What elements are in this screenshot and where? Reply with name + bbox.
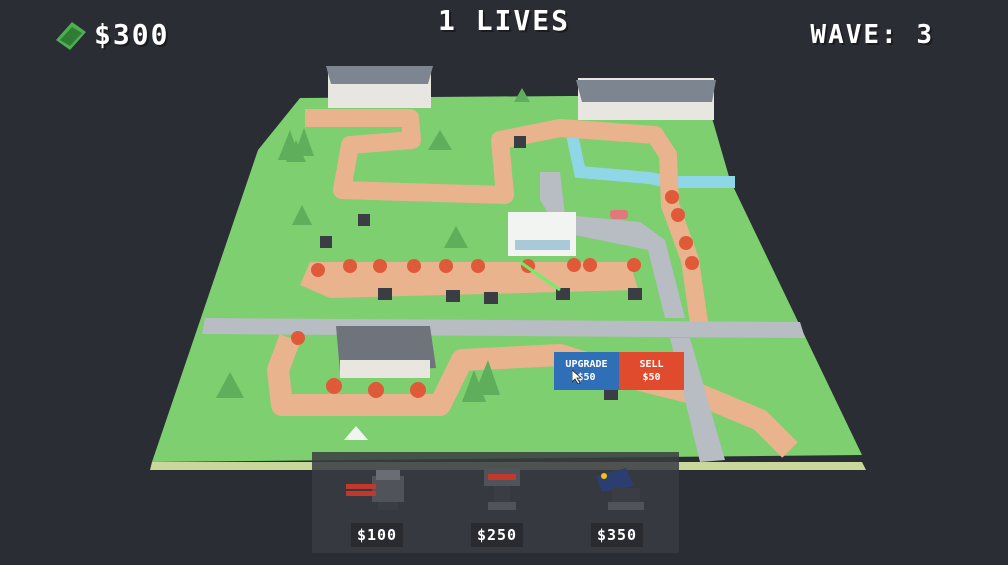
wave-text: WAVE: 3	[810, 20, 934, 50]
standard-turret-icon	[346, 470, 404, 510]
price-missile-launcher: $250	[470, 523, 524, 547]
price-laser-beamer: $350	[590, 523, 644, 547]
shop-item-missile-launcher[interactable]: $250	[442, 452, 552, 553]
shop-item-standard-turret[interactable]: $100	[322, 452, 432, 553]
upgrade-cost: $50	[577, 372, 596, 383]
shop-item-laser-beamer[interactable]: $350	[562, 452, 672, 553]
price-standard-turret: $100	[350, 523, 404, 547]
townhouses-north	[326, 66, 433, 108]
upgrade-label: UPGRADE	[565, 359, 608, 370]
missile-launcher-icon	[484, 468, 520, 510]
townhouses-east	[576, 78, 716, 120]
gray-house	[336, 326, 436, 378]
turret-shop: $100 $250 $350	[312, 452, 679, 553]
white-house	[508, 212, 576, 256]
sell-cost: $50	[642, 372, 661, 383]
car	[610, 210, 628, 219]
upgrade-button[interactable]: UPGRADE $50	[554, 352, 619, 390]
sell-label: SELL	[639, 359, 664, 370]
laser-beamer-icon	[596, 468, 644, 510]
mouse-cursor-icon	[572, 370, 582, 384]
sell-button[interactable]: SELL $50	[619, 352, 684, 390]
